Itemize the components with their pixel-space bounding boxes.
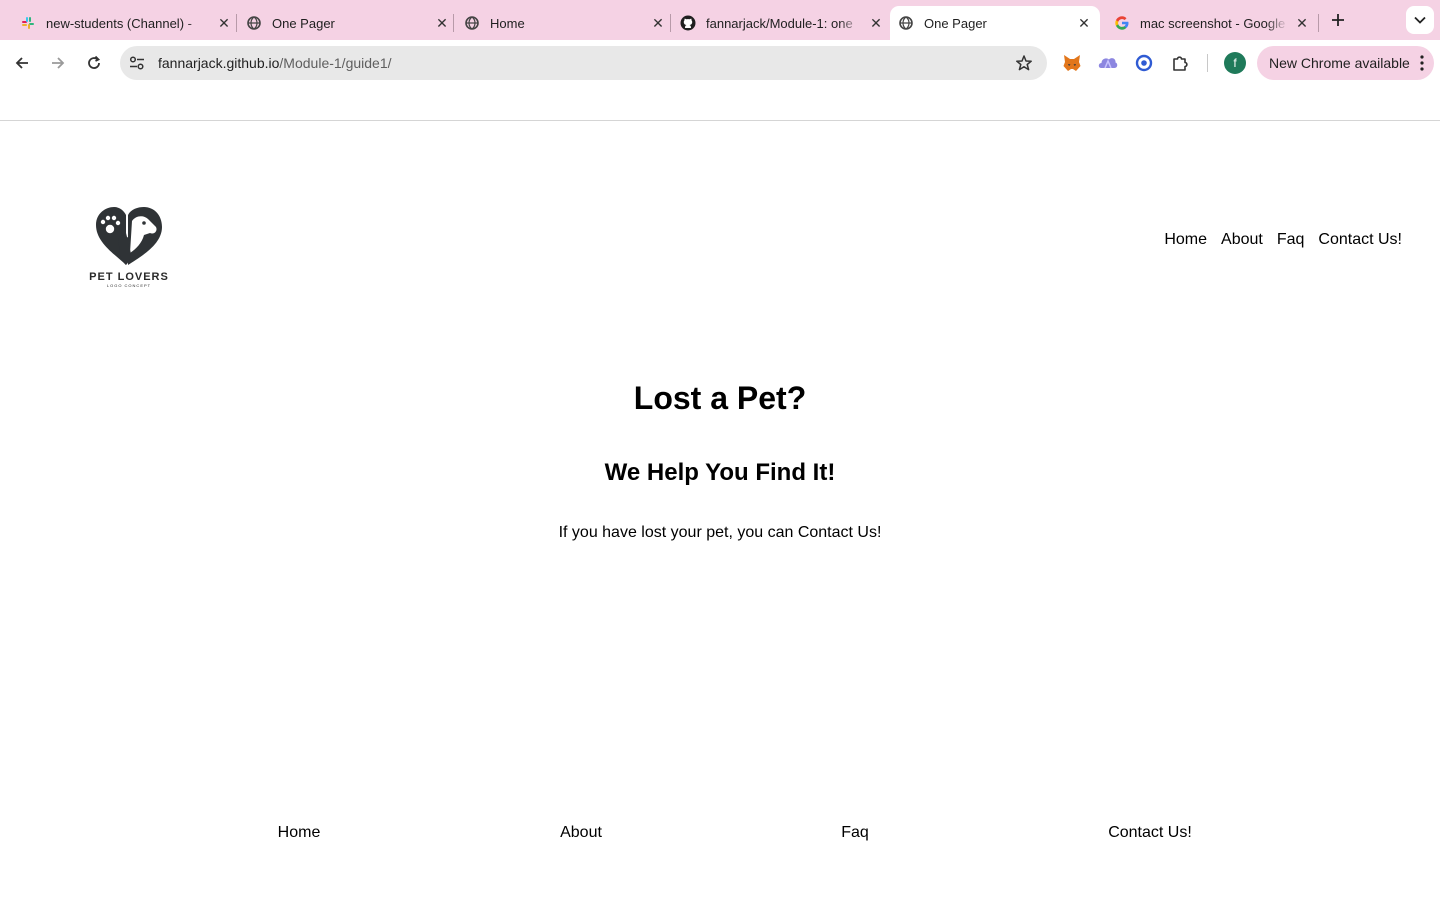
tab-one-pager[interactable]: One Pager ✕ — [246, 6, 450, 40]
back-button[interactable] — [8, 49, 36, 77]
tab-home[interactable]: Home ✕ — [464, 6, 666, 40]
nav-contact-link[interactable]: Contact Us! — [1318, 231, 1402, 249]
tab-google-search[interactable]: mac screenshot - Google ✕ — [1114, 6, 1310, 40]
profile-avatar[interactable]: f — [1224, 52, 1246, 74]
footer-faq-link[interactable]: Faq — [841, 824, 869, 842]
forward-button[interactable] — [44, 49, 72, 77]
logo-subtitle: LOGO CONCEPT — [106, 283, 152, 288]
close-tab-icon[interactable]: ✕ — [1076, 15, 1092, 31]
footer-home-link[interactable]: Home — [278, 824, 321, 842]
nav-faq-link[interactable]: Faq — [1277, 231, 1305, 249]
globe-icon — [464, 15, 480, 31]
footer-nav: Home About Faq Contact Us! — [0, 824, 1440, 844]
reload-button[interactable] — [80, 49, 108, 77]
metamask-icon[interactable] — [1060, 51, 1084, 75]
extension-cloud-icon[interactable] — [1096, 51, 1120, 75]
globe-icon — [246, 15, 262, 31]
hero-title: Lost a Pet? — [633, 380, 807, 416]
nav-about-link[interactable]: About — [1221, 231, 1263, 249]
close-tab-icon[interactable]: ✕ — [650, 15, 666, 31]
logo-title: PET LOVERS — [89, 271, 169, 283]
new-tab-button[interactable] — [1326, 8, 1350, 32]
address-bar[interactable]: fannarjack.github.io/Module-1/guide1/ — [120, 46, 1047, 80]
close-tab-icon[interactable]: ✕ — [216, 15, 232, 31]
tab-new-students[interactable]: new-students (Channel) - ✕ — [20, 6, 232, 40]
extension-ring-icon[interactable] — [1132, 51, 1156, 75]
url-domain: fannarjack.github.io — [158, 55, 280, 71]
update-label: New Chrome available — [1269, 55, 1410, 71]
tab-divider — [453, 14, 454, 32]
tab-title: Home — [490, 15, 525, 31]
url-text: fannarjack.github.io/Module-1/guide1/ — [158, 55, 392, 71]
tab-divider — [236, 14, 237, 32]
nav-home-link[interactable]: Home — [1164, 231, 1207, 249]
web-page: PET LOVERS LOGO CONCEPT Home About Faq C… — [0, 121, 1440, 900]
tab-strip: new-students (Channel) - ✕ One Pager ✕ H… — [0, 0, 1440, 40]
pet-heart-logo-icon — [96, 207, 162, 265]
close-tab-icon[interactable]: ✕ — [868, 15, 884, 31]
site-settings-icon[interactable] — [124, 50, 150, 76]
tab-title: new-students (Channel) - — [46, 15, 192, 31]
close-tab-icon[interactable]: ✕ — [1294, 15, 1310, 31]
plus-icon — [1332, 14, 1344, 26]
tab-divider — [1318, 14, 1319, 32]
toolbar-divider — [1207, 54, 1208, 72]
arrow-left-icon — [15, 57, 28, 69]
slack-icon — [20, 15, 36, 31]
github-icon — [680, 15, 696, 31]
close-tab-icon[interactable]: ✕ — [434, 15, 450, 31]
chevron-down-icon — [1414, 16, 1426, 24]
browser-toolbar: fannarjack.github.io/Module-1/guide1/ f … — [0, 40, 1440, 86]
google-icon — [1114, 15, 1130, 31]
extensions-puzzle-icon[interactable] — [1168, 51, 1192, 75]
tab-github[interactable]: fannarjack/Module-1: one ✕ — [680, 6, 884, 40]
tab-title: mac screenshot - Google — [1140, 15, 1286, 31]
globe-icon — [898, 15, 914, 31]
tab-one-pager-active[interactable]: One Pager ✕ — [890, 6, 1100, 40]
tab-divider — [670, 14, 671, 32]
reload-icon — [88, 55, 101, 69]
footer-contact-link[interactable]: Contact Us! — [1108, 824, 1192, 842]
arrow-right-icon — [52, 57, 65, 69]
new-chrome-available-button[interactable]: New Chrome available — [1257, 46, 1434, 80]
tab-search-button[interactable] — [1406, 6, 1434, 34]
bookmark-star-icon[interactable] — [1015, 54, 1033, 72]
more-vert-icon[interactable] — [1420, 54, 1424, 72]
footer-about-link[interactable]: About — [560, 824, 602, 842]
url-path: /Module-1/guide1/ — [279, 55, 392, 71]
tab-title: One Pager — [924, 15, 987, 31]
top-nav: Home About Faq Contact Us! — [1164, 231, 1402, 249]
tab-title: One Pager — [272, 15, 335, 31]
hero-text: If you have lost your pet, you can Conta… — [558, 524, 882, 541]
tab-title: fannarjack/Module-1: one — [706, 15, 853, 31]
hero-subtitle: We Help You Find It! — [604, 459, 836, 486]
